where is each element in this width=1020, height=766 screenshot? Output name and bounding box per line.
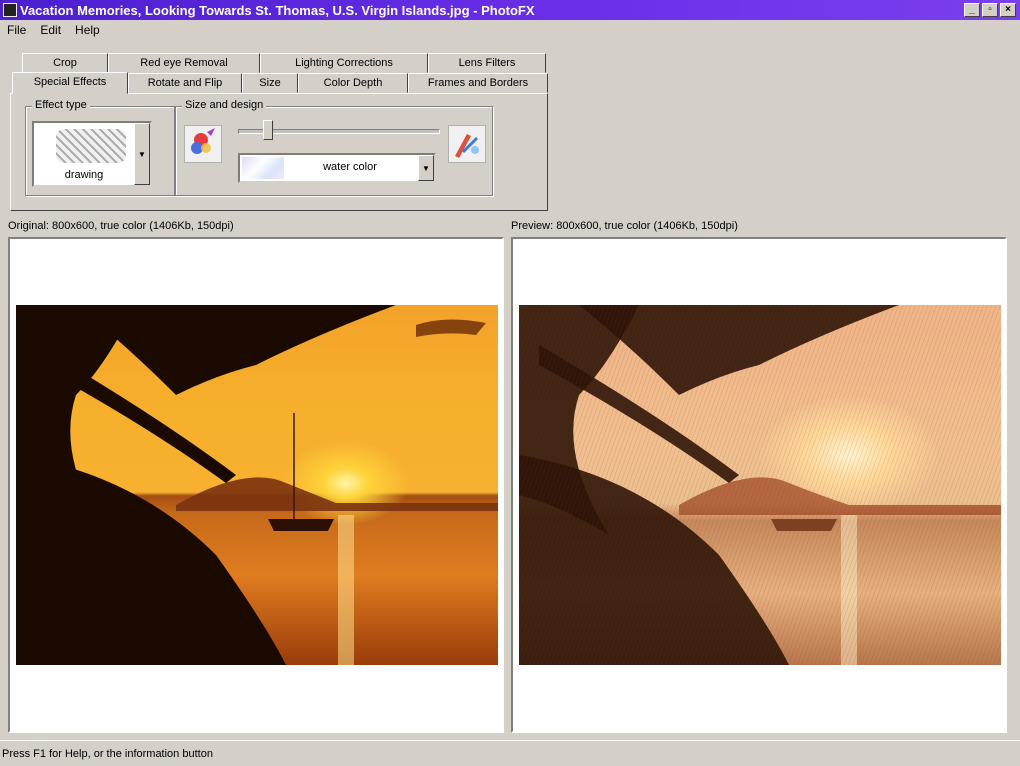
window-title: Vacation Memories, Looking Towards St. T… bbox=[20, 2, 535, 18]
chevron-down-icon[interactable]: ▼ bbox=[134, 123, 150, 185]
original-caption: Original: 800x600, true color (1406Kb, 1… bbox=[8, 220, 234, 232]
tab-size[interactable]: Size bbox=[242, 73, 298, 93]
tab-rotate-and-flip[interactable]: Rotate and Flip bbox=[128, 73, 242, 93]
brush-effect-icon[interactable] bbox=[448, 125, 486, 163]
paint-palette-icon[interactable] bbox=[184, 125, 222, 163]
menu-edit[interactable]: Edit bbox=[33, 23, 68, 37]
window-controls: _ ▫ × bbox=[964, 3, 1016, 17]
size-and-design-group: Size and design water color ▼ bbox=[175, 99, 493, 196]
effect-type-dropdown[interactable]: drawing ▼ bbox=[32, 121, 152, 187]
app-icon[interactable] bbox=[3, 3, 17, 17]
preview-caption: Preview: 800x600, true color (1406Kb, 15… bbox=[511, 220, 738, 232]
menu-help[interactable]: Help bbox=[68, 23, 107, 37]
tab-red-eye-removal[interactable]: Red eye Removal bbox=[108, 53, 260, 73]
effect-type-value: drawing bbox=[64, 169, 104, 181]
preview-texture bbox=[519, 305, 1001, 665]
chevron-down-icon[interactable]: ▼ bbox=[418, 155, 434, 181]
menu-file[interactable]: File bbox=[0, 23, 33, 37]
effect-type-legend: Effect type bbox=[32, 99, 90, 111]
tab-color-depth[interactable]: Color Depth bbox=[298, 73, 408, 93]
style-value: water color bbox=[323, 161, 377, 173]
status-bar: Press F1 for Help, or the information bu… bbox=[0, 740, 1020, 766]
size-and-design-legend: Size and design bbox=[182, 99, 267, 111]
tab-lens-filters[interactable]: Lens Filters bbox=[428, 53, 546, 73]
title-bar[interactable]: Vacation Memories, Looking Towards St. T… bbox=[0, 0, 1020, 20]
close-button[interactable]: × bbox=[1000, 3, 1016, 17]
tab-frames-and-borders[interactable]: Frames and Borders bbox=[408, 73, 548, 93]
size-slider-thumb[interactable] bbox=[263, 120, 273, 140]
effect-thumbnail bbox=[56, 129, 126, 163]
minimize-button[interactable]: _ bbox=[964, 3, 980, 17]
original-photo bbox=[16, 305, 498, 665]
tab-special-effects[interactable]: Special Effects bbox=[12, 72, 128, 94]
special-effects-panel: Effect type drawing ▼ Size and design wa… bbox=[10, 93, 548, 211]
original-pane[interactable] bbox=[8, 237, 504, 733]
preview-pane[interactable] bbox=[511, 237, 1007, 733]
tab-crop[interactable]: Crop bbox=[22, 53, 108, 73]
maximize-button[interactable]: ▫ bbox=[982, 3, 998, 17]
menu-bar: File Edit Help bbox=[0, 20, 1020, 40]
status-text: Press F1 for Help, or the information bu… bbox=[2, 747, 213, 760]
preview-photo bbox=[519, 305, 1001, 665]
style-dropdown[interactable]: water color ▼ bbox=[238, 153, 436, 183]
style-swatch bbox=[242, 157, 284, 179]
effect-type-group: Effect type drawing ▼ bbox=[25, 99, 175, 196]
tab-lighting-corrections[interactable]: Lighting Corrections bbox=[260, 53, 428, 73]
